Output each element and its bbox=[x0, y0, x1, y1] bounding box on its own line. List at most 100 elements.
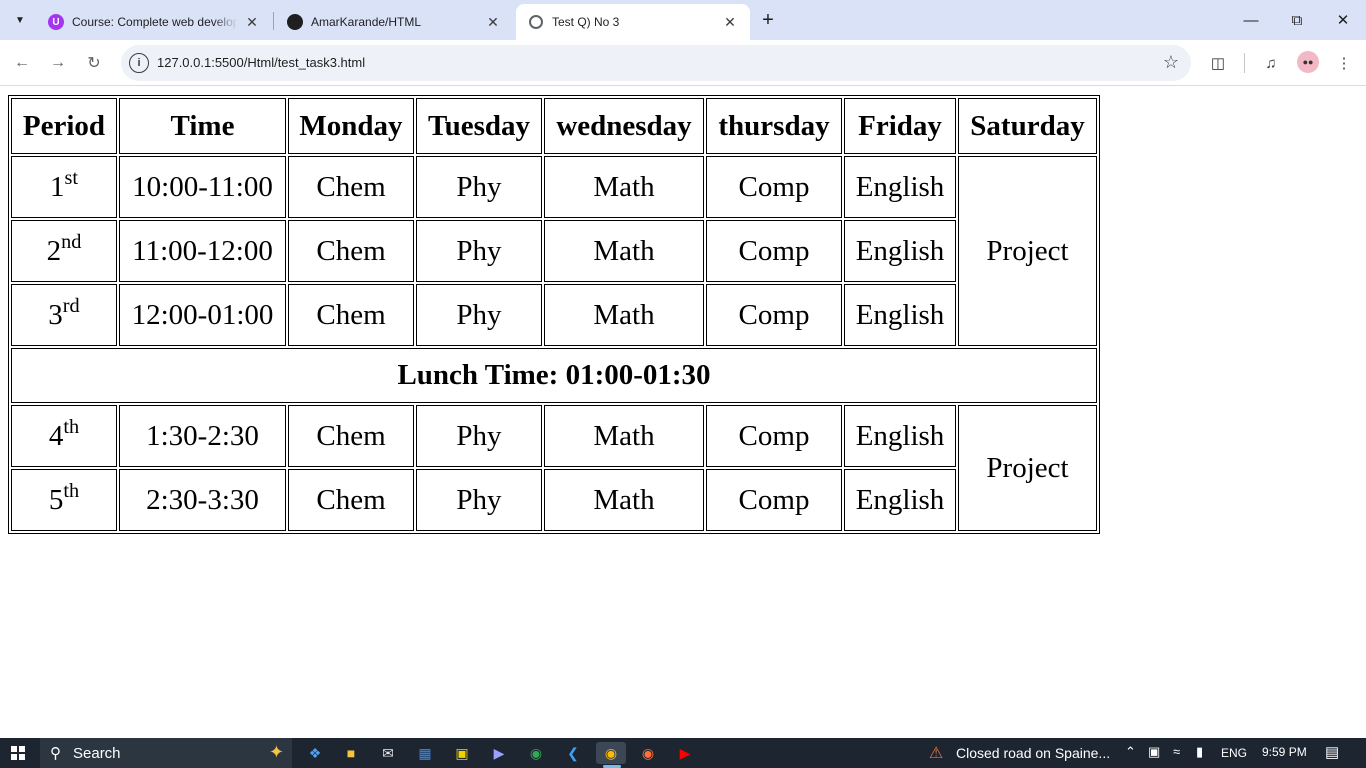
time-cell: 12:00-01:00 bbox=[119, 284, 286, 346]
period-suffix: nd bbox=[61, 231, 82, 254]
address-bar[interactable]: i 127.0.0.1:5500/Html/test_task3.html ☆ bbox=[121, 45, 1191, 81]
table-row: 2nd 11:00-12:00 Chem Phy Math Comp Engli… bbox=[11, 220, 1097, 282]
minimize-button[interactable]: — bbox=[1228, 0, 1274, 40]
period-number: 2 bbox=[46, 234, 62, 267]
chrome-active-icon[interactable]: ◉ bbox=[596, 742, 626, 764]
back-button[interactable]: ← bbox=[10, 51, 34, 75]
tab-title: Test Q) No 3 bbox=[552, 15, 620, 29]
close-icon[interactable]: ✕ bbox=[722, 14, 738, 30]
period-number: 3 bbox=[48, 298, 63, 331]
jetbrains-icon[interactable]: ▣ bbox=[451, 742, 473, 764]
notification-icon[interactable]: ▣ bbox=[1148, 744, 1160, 760]
menu-icon[interactable]: ⋮ bbox=[1332, 51, 1356, 75]
media-app-icon[interactable]: ▶ bbox=[488, 742, 510, 764]
reload-button[interactable]: ↻ bbox=[82, 51, 106, 75]
friday-cell: English bbox=[844, 469, 956, 531]
tuesday-cell: Phy bbox=[416, 405, 542, 467]
thursday-cell: Comp bbox=[706, 156, 842, 218]
thursday-cell: Comp bbox=[706, 469, 842, 531]
bookmark-star-icon[interactable]: ☆ bbox=[1163, 52, 1179, 73]
header-friday: Friday bbox=[844, 98, 956, 154]
toolbar-divider bbox=[1244, 53, 1245, 73]
thursday-cell: Comp bbox=[706, 405, 842, 467]
period-suffix: th bbox=[63, 416, 80, 439]
search-icon: ⚲ bbox=[50, 745, 61, 762]
wednesday-cell: Math bbox=[544, 284, 704, 346]
period-number: 4 bbox=[48, 419, 64, 452]
close-icon[interactable]: ✕ bbox=[244, 14, 260, 30]
store-icon[interactable]: ▦ bbox=[414, 742, 436, 764]
lunch-row: Lunch Time: 01:00-01:30 bbox=[11, 348, 1097, 403]
header-monday: Monday bbox=[288, 98, 414, 154]
monday-cell: Chem bbox=[288, 156, 414, 218]
chevron-up-icon[interactable]: ⌃ bbox=[1125, 744, 1136, 760]
tuesday-cell: Phy bbox=[416, 156, 542, 218]
close-icon[interactable]: ✕ bbox=[485, 14, 501, 30]
news-widget[interactable]: ⚠ Closed road on Spaine... bbox=[924, 742, 1110, 764]
period-suffix: rd bbox=[62, 295, 80, 318]
media-control-icon[interactable]: ♫ bbox=[1259, 51, 1283, 75]
wifi-icon[interactable]: ≈ bbox=[1173, 744, 1180, 759]
action-center-icon[interactable]: ▤ bbox=[1325, 743, 1339, 761]
profile-avatar[interactable]: ●● bbox=[1297, 51, 1319, 73]
tab-test[interactable]: Test Q) No 3 ✕ bbox=[516, 4, 750, 40]
extensions-icon[interactable]: ◫ bbox=[1206, 51, 1230, 75]
file-explorer-icon[interactable]: ■ bbox=[340, 742, 362, 764]
youtube-icon[interactable]: ▶ bbox=[674, 742, 696, 764]
header-tuesday: Tuesday bbox=[416, 98, 542, 154]
taskbar-search-label: Search bbox=[73, 744, 121, 762]
period-suffix: st bbox=[64, 167, 79, 190]
firefox-icon[interactable]: ◉ bbox=[637, 742, 659, 764]
browser-toolbar: ← → ↻ i 127.0.0.1:5500/Html/test_task3.h… bbox=[0, 40, 1366, 86]
clock[interactable]: 9:59 PM bbox=[1262, 745, 1307, 759]
page-content: Period Time Monday Tuesday wednesday thu… bbox=[0, 87, 1366, 738]
new-tab-button[interactable]: + bbox=[757, 9, 779, 31]
monday-cell: Chem bbox=[288, 220, 414, 282]
battery-icon[interactable]: ▮ bbox=[1196, 744, 1203, 760]
windows-start-icon[interactable] bbox=[11, 746, 25, 760]
tab-divider bbox=[273, 12, 274, 30]
tab-course[interactable]: U Course: Complete web developm ✕ bbox=[36, 4, 272, 40]
tab-title: Course: Complete web developm bbox=[72, 15, 238, 29]
lunch-cell: Lunch Time: 01:00-01:30 bbox=[11, 348, 1097, 403]
udemy-icon: U bbox=[48, 14, 64, 30]
thursday-cell: Comp bbox=[706, 220, 842, 282]
github-icon bbox=[287, 14, 303, 30]
copilot-icon[interactable]: ❖ bbox=[304, 742, 326, 764]
tab-search-button[interactable]: ▼ bbox=[8, 8, 32, 32]
url-text[interactable]: 127.0.0.1:5500/Html/test_task3.html bbox=[157, 55, 365, 70]
chevron-down-icon: ▼ bbox=[15, 14, 25, 26]
period-cell: 2nd bbox=[11, 220, 117, 282]
vscode-icon[interactable]: ❮ bbox=[562, 742, 584, 764]
mail-icon[interactable]: ✉ bbox=[377, 742, 399, 764]
news-alert-icon: ⚠ bbox=[928, 745, 944, 762]
restore-button[interactable]: ⧉ bbox=[1274, 0, 1320, 40]
period-number: 1 bbox=[49, 170, 65, 203]
header-saturday: Saturday bbox=[958, 98, 1097, 154]
friday-cell: English bbox=[844, 405, 956, 467]
forward-button[interactable]: → bbox=[46, 51, 70, 75]
table-row: 4th 1:30-2:30 Chem Phy Math Comp English… bbox=[11, 405, 1097, 531]
tab-strip: ▼ U Course: Complete web developm ✕ Amar… bbox=[0, 0, 1366, 40]
friday-cell: English bbox=[844, 156, 956, 218]
table-row: 3rd 12:00-01:00 Chem Phy Math Comp Engli… bbox=[11, 284, 1097, 346]
sparkle-icon: ✦ bbox=[268, 742, 284, 762]
period-suffix: th bbox=[63, 480, 80, 503]
chrome-icon[interactable]: ◉ bbox=[525, 742, 547, 764]
close-window-button[interactable]: ✕ bbox=[1320, 0, 1366, 40]
wednesday-cell: Math bbox=[544, 405, 704, 467]
language-indicator[interactable]: ENG bbox=[1221, 746, 1247, 760]
period-cell: 4th bbox=[11, 405, 117, 467]
taskbar-search[interactable]: ⚲ Search ✦ bbox=[40, 738, 292, 768]
period-cell: 3rd bbox=[11, 284, 117, 346]
tab-title: AmarKarande/HTML bbox=[311, 15, 422, 29]
time-cell: 10:00-11:00 bbox=[119, 156, 286, 218]
tab-github[interactable]: AmarKarande/HTML ✕ bbox=[275, 4, 513, 40]
time-cell: 11:00-12:00 bbox=[119, 220, 286, 282]
table-row: 1st 10:00-11:00 Chem Phy Math Comp Engli… bbox=[11, 156, 1097, 346]
header-period: Period bbox=[11, 98, 117, 154]
globe-icon bbox=[528, 14, 544, 30]
site-info-icon[interactable]: i bbox=[129, 53, 149, 73]
tuesday-cell: Phy bbox=[416, 469, 542, 531]
timetable: Period Time Monday Tuesday wednesday thu… bbox=[8, 95, 1100, 534]
